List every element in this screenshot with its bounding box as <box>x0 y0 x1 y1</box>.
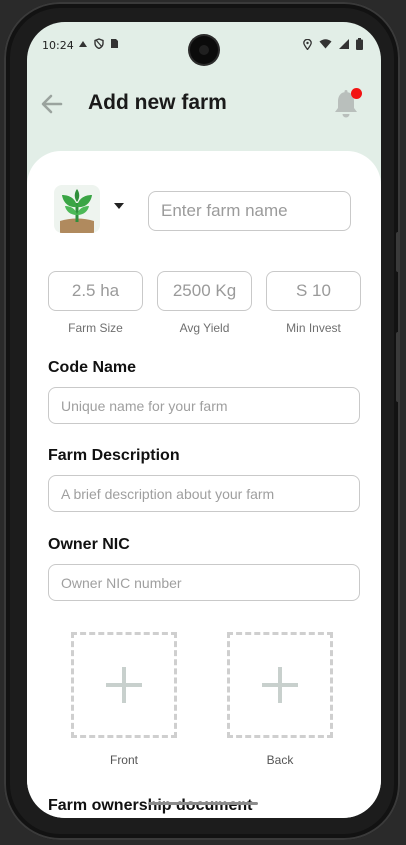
front-upload-label: Front <box>109 753 138 767</box>
status-icons-left <box>78 38 119 49</box>
wifi-icon <box>319 39 332 49</box>
owner-nic-label: Owner NIC <box>48 536 130 553</box>
front-upload-button[interactable] <box>71 632 177 738</box>
code-name-input[interactable]: Unique name for your farm <box>48 387 360 424</box>
farm-size-input[interactable]: 2.5 ha <box>48 271 143 311</box>
avg-yield-label: Avg Yield <box>179 321 230 335</box>
page-title: Add new farm <box>88 91 227 114</box>
farm-logo-picker[interactable] <box>54 185 100 233</box>
min-invest-input[interactable]: S 10 <box>266 271 361 311</box>
status-time: 10:24 <box>42 39 74 52</box>
sim-card-icon <box>111 39 118 48</box>
front-camera <box>190 36 218 64</box>
phone-frame: 10:24 Add new farm Enter farm name 2.5 h… <box>4 2 400 840</box>
battery-icon <box>356 38 363 50</box>
ownership-document-label: Farm ownership document <box>48 797 253 814</box>
caret-down-icon[interactable] <box>114 203 124 209</box>
arrow-left-icon[interactable] <box>39 91 65 117</box>
shield-icon <box>94 38 104 49</box>
farm-description-input[interactable]: A brief description about your farm <box>48 475 360 512</box>
farm-size-label: Farm Size <box>68 321 123 335</box>
home-indicator[interactable] <box>148 802 258 805</box>
notification-app-icon <box>79 40 87 47</box>
status-bar: 10:24 <box>27 22 381 70</box>
app-header: Add new farm <box>27 82 381 126</box>
volume-button <box>396 232 400 272</box>
avg-yield-input[interactable]: 2500 Kg <box>157 271 252 311</box>
signal-icon <box>339 39 349 49</box>
back-upload-label: Back <box>266 753 294 767</box>
power-button <box>396 332 400 402</box>
form-card: Enter farm name 2.5 ha 2500 Kg S 10 Farm… <box>27 151 381 818</box>
code-name-label: Code Name <box>48 359 137 376</box>
farm-description-label: Farm Description <box>48 447 180 464</box>
sprout-icon <box>60 189 94 233</box>
farm-name-input[interactable]: Enter farm name <box>148 191 351 231</box>
status-icons-right <box>303 38 363 50</box>
plus-icon-bar <box>106 683 142 687</box>
owner-nic-input[interactable]: Owner NIC number <box>48 564 360 601</box>
notifications-button[interactable] <box>331 88 362 120</box>
min-invest-label: Min Invest <box>286 321 341 335</box>
location-icon <box>303 38 312 50</box>
back-upload-button[interactable] <box>227 632 333 738</box>
app-screen: 10:24 Add new farm Enter farm name 2.5 h… <box>27 22 381 818</box>
notification-badge <box>351 88 362 99</box>
plus-icon-bar <box>262 683 298 687</box>
